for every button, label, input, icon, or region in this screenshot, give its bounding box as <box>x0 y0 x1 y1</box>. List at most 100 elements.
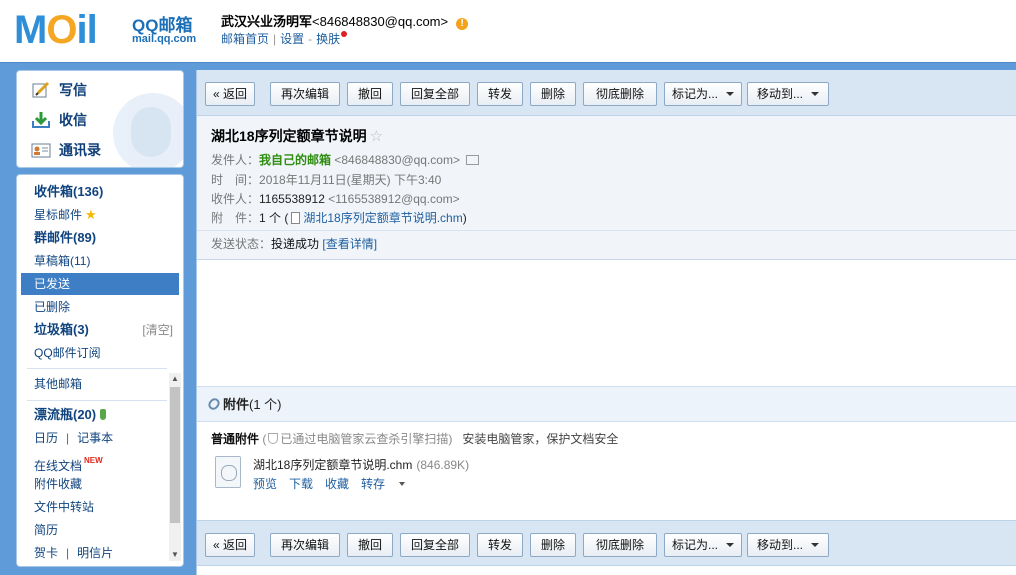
postcard-link[interactable]: 明信片 <box>77 546 113 560</box>
move-to-dropdown[interactable]: 移动到... <box>747 533 829 557</box>
back-button[interactable]: « 返回 <box>205 82 255 106</box>
time-line: 时 间：2018年11月11日(星期天) 下午3:40 <box>211 171 441 188</box>
sidebar-scrollbar[interactable]: ▲ ▼ <box>169 373 181 561</box>
favorite-link[interactable]: 收藏 <box>325 477 349 491</box>
sidebar-item-spam[interactable]: 垃圾箱(3) [清空] <box>21 319 179 341</box>
change-skin-link[interactable]: 换肤 <box>316 32 340 46</box>
sidebar-item-label: 在线文档 <box>34 459 83 473</box>
delete-permanently-button[interactable]: 彻底删除 <box>583 82 657 106</box>
sidebar-item-label: 简历 <box>34 523 59 537</box>
logo-url: mail.qq.com <box>132 33 197 45</box>
warning-icon[interactable]: ! <box>456 18 469 30</box>
greeting-card-link[interactable]: 贺卡 <box>34 546 58 560</box>
chevron-down-icon <box>726 543 734 547</box>
mail-view: « 返回 再次编辑 撤回 回复全部 转发 删除 彻底删除 标记为... 移动到.… <box>196 70 1016 575</box>
status-value: 投递成功 <box>271 237 320 251</box>
sidebar-folder-list: 收件箱(136) 星标邮件 ★ 群邮件(89) 草稿箱(11) 已发送 已删除 垃… <box>16 174 184 567</box>
notes-link[interactable]: 记事本 <box>77 431 113 445</box>
star-icon[interactable]: ☆ <box>370 128 383 145</box>
file-icon <box>291 212 301 224</box>
to-name[interactable]: 1165538912 <box>259 192 325 206</box>
penguin-watermark-icon <box>113 93 183 167</box>
time-label: 时 间： <box>211 173 260 187</box>
save-to-label: 转存 <box>361 477 386 491</box>
view-details-link[interactable]: [查看详情] <box>322 237 377 251</box>
receive-label: 收信 <box>59 112 87 128</box>
mark-as-dropdown[interactable]: 标记为... <box>664 82 742 106</box>
notification-dot-icon <box>341 31 348 37</box>
attachment-line: 附 件：1 个 (湖北18序列定额章节说明.chm) <box>211 209 467 226</box>
receive-button[interactable]: 收信 <box>31 107 87 133</box>
security-tip-link[interactable]: 安装电脑管家，保护文档安全 <box>462 432 618 446</box>
attachments-panel: 附件(1 个) 普通附件 (已通过电脑管家云查杀引擎扫描) 安装电脑管家，保护文档… <box>197 386 1016 506</box>
divider <box>27 400 167 401</box>
sidebar-item-drift-bottle[interactable]: 漂流瓶(20) <box>21 404 167 426</box>
sidebar-item-file-transfer[interactable]: 文件中转站 <box>21 496 167 518</box>
link-separator: | <box>273 32 277 46</box>
contacts-button[interactable]: 通讯录 <box>31 137 101 163</box>
delete-button[interactable]: 删除 <box>530 533 576 557</box>
sidebar-item-resume[interactable]: 简历 <box>21 519 167 541</box>
mark-as-label: 标记为... <box>671 538 718 552</box>
attachment-actions: 预览 下载 收藏 转存 <box>253 475 429 492</box>
sidebar-item-inbox[interactable]: 收件箱(136) <box>21 181 179 203</box>
sidebar-item-label: 文件中转站 <box>34 500 95 514</box>
sidebar-item-label: 漂流瓶(20) <box>34 407 97 422</box>
calendar-link[interactable]: 日历 <box>34 431 58 445</box>
qqmail-logo[interactable]: MOil QQ邮箱 mail.qq.com <box>14 8 204 52</box>
sidebar-item-label: 其他邮箱 <box>34 377 83 391</box>
link-separator: | <box>66 431 70 445</box>
sidebar-item-drafts[interactable]: 草稿箱(11) <box>21 250 179 272</box>
settings-link[interactable]: 设置 <box>280 32 304 46</box>
sidebar-quick-actions: 写信 收信 通讯录 <box>16 70 184 168</box>
sidebar-item-label: 已删除 <box>34 300 71 314</box>
mail-header: 湖北18序列定额章节说明 ☆ 发件人：我自己的邮箱 <846848830@qq.c… <box>197 116 1016 260</box>
sidebar-item-group-mail[interactable]: 群邮件(89) <box>21 227 179 249</box>
attachment-label: 附 件： <box>211 211 260 225</box>
sidebar-item-deleted[interactable]: 已删除 <box>21 296 179 318</box>
save-to-dropdown[interactable]: 转存 <box>361 477 417 491</box>
mailbox-home-link[interactable]: 邮箱首页 <box>221 32 269 46</box>
sidebar-item-online-docs[interactable]: 在线文档 NEW <box>21 450 167 473</box>
back-button[interactable]: « 返回 <box>205 533 255 557</box>
mark-as-dropdown[interactable]: 标记为... <box>664 533 742 557</box>
attachment-file-name-text[interactable]: 湖北18序列定额章节说明.chm <box>253 458 412 472</box>
scroll-thumb[interactable] <box>170 387 180 523</box>
attachment-link[interactable]: 湖北18序列定额章节说明.chm <box>303 211 462 225</box>
download-link[interactable]: 下载 <box>289 477 313 491</box>
scroll-up-icon[interactable]: ▲ <box>169 373 181 385</box>
contacts-label: 通讯录 <box>59 142 101 158</box>
time-value: 2018年11月11日(星期天) 下午3:40 <box>259 173 442 187</box>
forward-button[interactable]: 转发 <box>477 82 523 106</box>
reedit-button[interactable]: 再次编辑 <box>270 533 340 557</box>
reedit-button[interactable]: 再次编辑 <box>270 82 340 106</box>
scan-note: 已通过电脑管家云查杀引擎扫描) <box>280 432 453 446</box>
scroll-down-icon[interactable]: ▼ <box>169 549 181 561</box>
delete-permanently-button[interactable]: 彻底删除 <box>583 533 657 557</box>
user-name: 武汉兴业汤明军 <box>221 14 313 29</box>
contact-card-icon[interactable] <box>466 155 479 165</box>
link-separator: - <box>308 32 313 46</box>
preview-link[interactable]: 预览 <box>253 477 277 491</box>
clear-spam-link[interactable]: [清空] <box>142 319 173 341</box>
move-to-label: 移动到... <box>756 538 803 552</box>
sidebar-item-starred[interactable]: 星标邮件 ★ <box>21 204 179 226</box>
reply-all-button[interactable]: 回复全部 <box>400 533 470 557</box>
chevron-down-icon <box>399 482 406 486</box>
status-label: 发送状态： <box>211 237 272 251</box>
chm-file-icon[interactable] <box>215 456 241 488</box>
reply-all-button[interactable]: 回复全部 <box>400 82 470 106</box>
sidebar-item-other-mailbox[interactable]: 其他邮箱 <box>21 373 167 395</box>
from-email: <846848830@qq.com> <box>334 153 460 167</box>
sidebar-item-sent[interactable]: 已发送 <box>21 273 179 295</box>
compose-button[interactable]: 写信 <box>31 77 87 103</box>
forward-button[interactable]: 转发 <box>477 533 523 557</box>
recall-button[interactable]: 撤回 <box>347 82 393 106</box>
delete-button[interactable]: 删除 <box>530 82 576 106</box>
sidebar-item-attachment-favorites[interactable]: 附件收藏 <box>21 473 167 495</box>
from-name[interactable]: 我自己的邮箱 <box>259 153 331 167</box>
move-to-dropdown[interactable]: 移动到... <box>747 82 829 106</box>
sidebar-item-subscription[interactable]: QQ邮件订阅 <box>21 342 179 364</box>
recall-button[interactable]: 撤回 <box>347 533 393 557</box>
mark-as-label: 标记为... <box>671 87 718 101</box>
